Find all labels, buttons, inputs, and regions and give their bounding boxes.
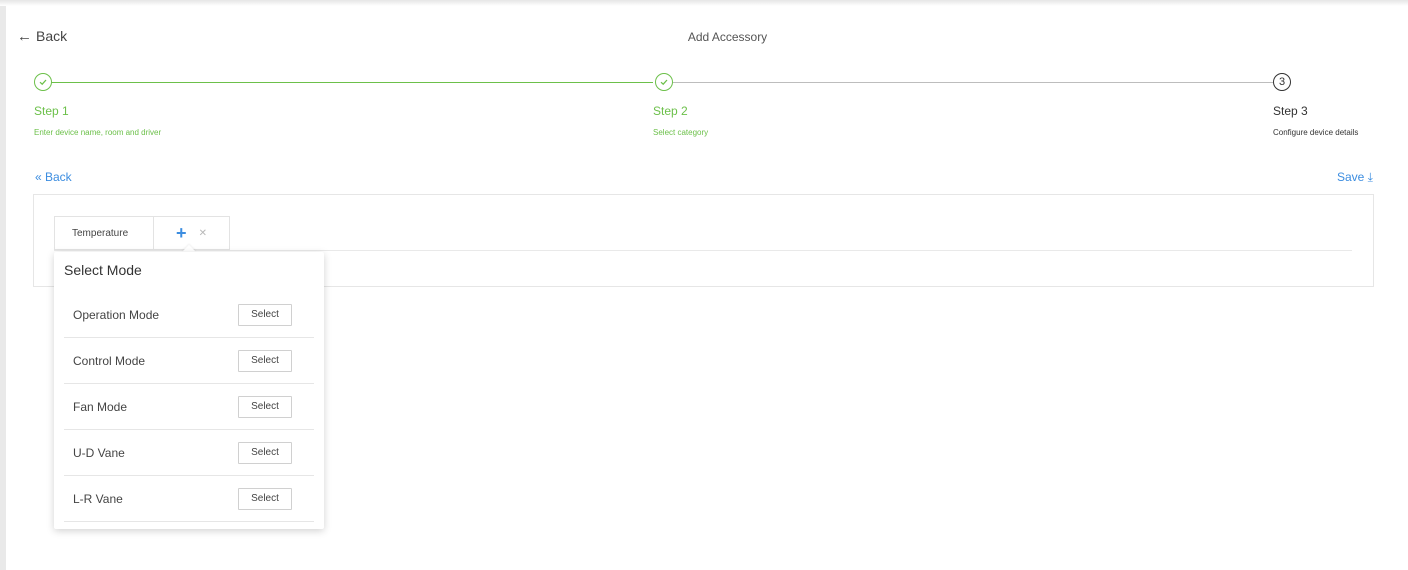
tab-actions: + ✕	[154, 216, 230, 250]
step-1-title: Step 1	[34, 104, 69, 118]
page-title: Add Accessory	[687, 30, 768, 44]
select-lr-vane-button[interactable]: Select	[238, 487, 292, 510]
mode-label: Operation Mode	[73, 307, 160, 322]
save-link[interactable]: Save ⤓	[1337, 170, 1373, 185]
tab-temperature[interactable]: Temperature	[54, 216, 154, 250]
select-ud-vane-button[interactable]: Select	[238, 441, 292, 464]
tab-row: Temperature + ✕	[54, 216, 230, 250]
list-item: Operation Mode Select	[64, 292, 314, 338]
step-3-number-circle: 3	[1273, 73, 1291, 91]
mode-label: L-R Vane	[73, 491, 123, 506]
select-mode-dropdown: Select Mode Operation Mode Select Contro…	[54, 252, 324, 529]
top-shadow	[0, 0, 1408, 6]
close-icon[interactable]: ✕	[199, 228, 207, 239]
step-3-number: 3	[1278, 76, 1286, 88]
select-operation-mode-button[interactable]: Select	[238, 303, 292, 326]
step-2-subtitle: Select category	[653, 128, 709, 137]
dropdown-title: Select Mode	[64, 262, 142, 278]
tab-divider	[54, 250, 1352, 251]
list-item: Control Mode Select	[64, 338, 314, 384]
step-2-check-icon	[655, 73, 673, 91]
select-fan-mode-button[interactable]: Select	[238, 395, 292, 418]
add-icon[interactable]: +	[176, 224, 187, 242]
step-3-subtitle: Configure device details	[1273, 128, 1359, 137]
mode-label: U-D Vane	[73, 445, 125, 460]
step-3-title: Step 3	[1273, 104, 1308, 118]
step-2-title: Step 2	[653, 104, 688, 118]
mode-list: Operation Mode Select Control Mode Selec…	[64, 292, 314, 522]
mode-label: Fan Mode	[73, 399, 128, 414]
step-back-link[interactable]: « Back	[35, 170, 72, 184]
stepper-progress-line	[43, 82, 653, 83]
step-1-subtitle: Enter device name, room and driver	[34, 128, 162, 137]
list-item: L-R Vane Select	[64, 476, 314, 522]
tab-temperature-label: Temperature	[72, 227, 129, 239]
left-edge	[0, 0, 6, 570]
step-1-check-icon	[34, 73, 52, 91]
select-control-mode-button[interactable]: Select	[238, 349, 292, 372]
stepper-remaining-line	[673, 82, 1273, 83]
list-item: U-D Vane Select	[64, 430, 314, 476]
mode-label: Control Mode	[73, 353, 146, 368]
list-item: Fan Mode Select	[64, 384, 314, 430]
